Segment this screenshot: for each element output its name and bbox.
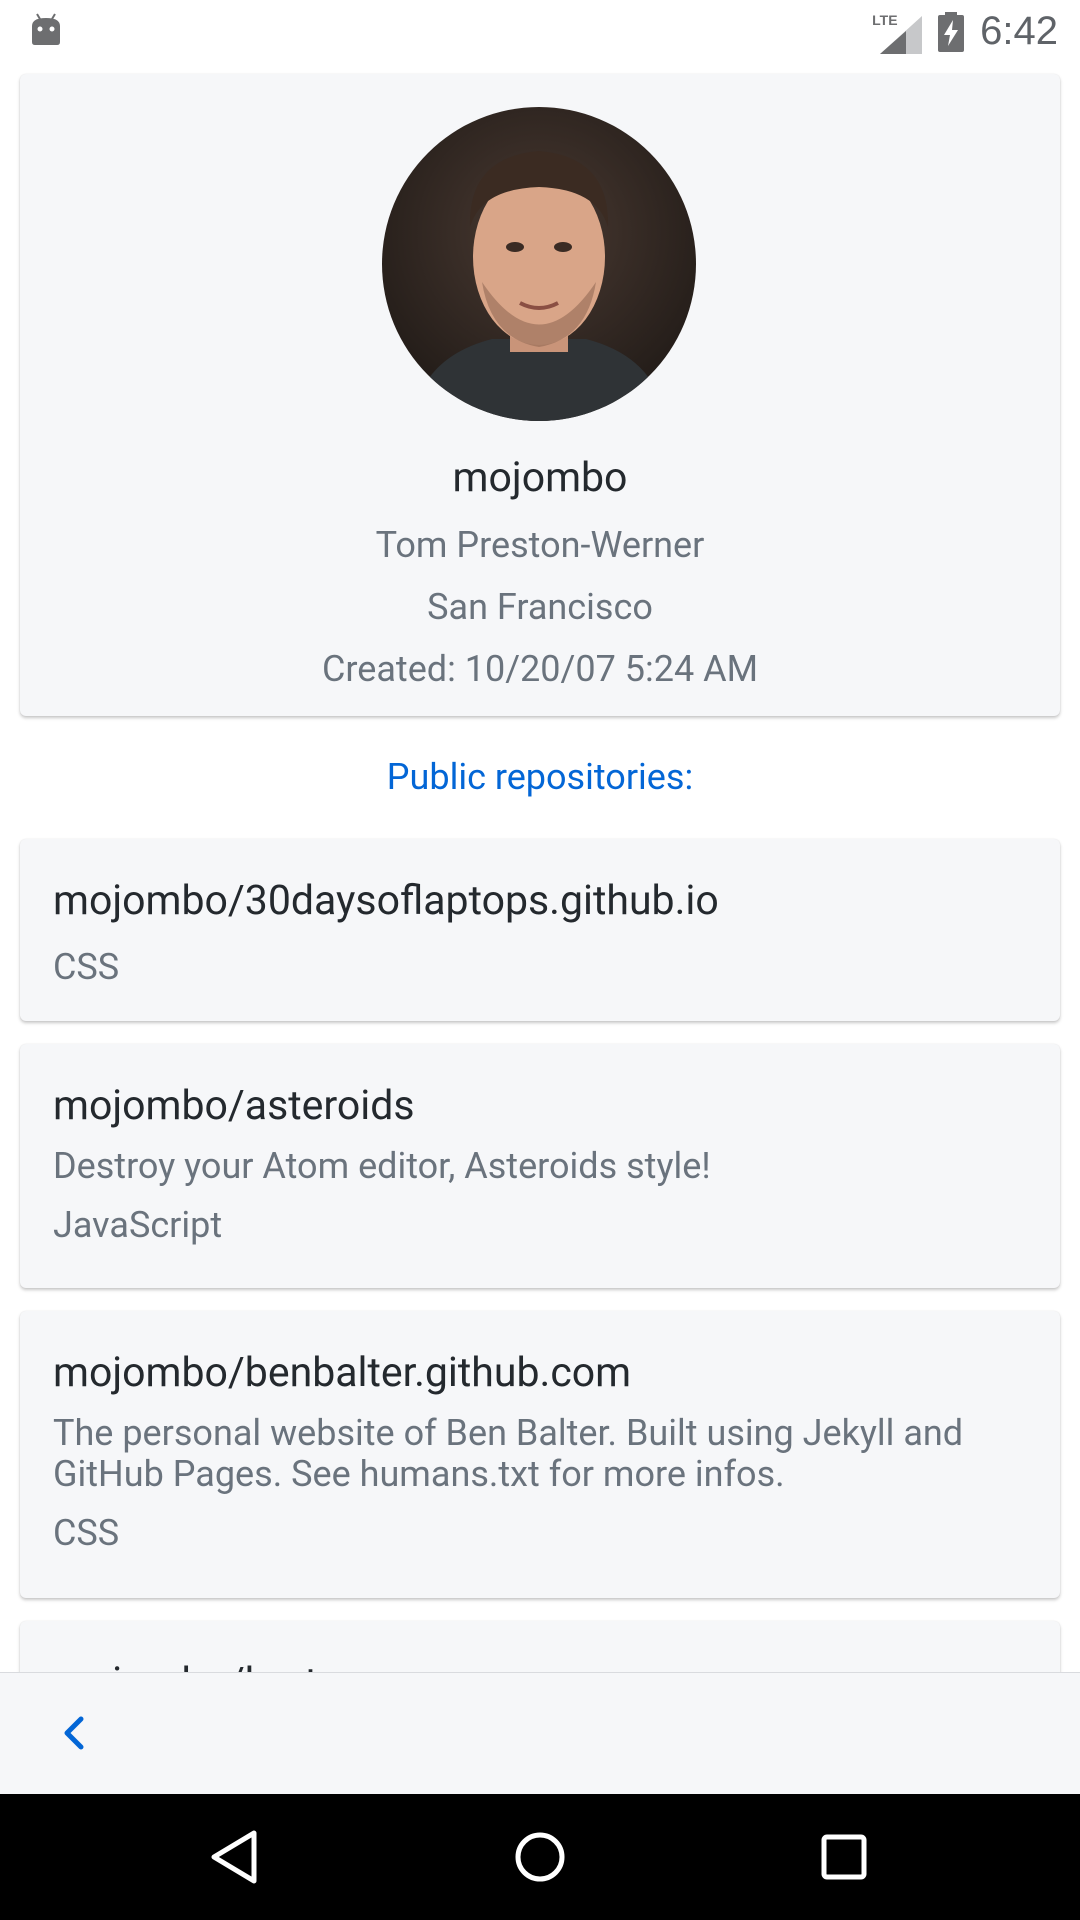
- section-title-public-repositories: Public repositories:: [386, 756, 694, 798]
- profile-card: mojombo Tom Preston-Werner San Francisco…: [20, 74, 1060, 716]
- avatar: [382, 107, 696, 421]
- content-scroll-area[interactable]: mojombo Tom Preston-Werner San Francisco…: [0, 63, 1080, 1673]
- repo-name: mojombo/30daysoflaptops.github.io: [53, 877, 719, 925]
- repo-name: mojombo/benbalter.github.com: [53, 1349, 632, 1397]
- repo-card[interactable]: mojombo/bert: [20, 1621, 1060, 1673]
- back-button[interactable]: [44, 1703, 104, 1763]
- created-date: Created: 10/20/07 5:24 AM: [321, 648, 759, 690]
- lte-signal-icon: LTE: [872, 10, 923, 54]
- nav-home-icon[interactable]: [510, 1827, 570, 1887]
- repo-language: CSS: [53, 946, 120, 988]
- system-nav-bar: [0, 1794, 1080, 1920]
- repo-card[interactable]: mojombo/asteroids Destroy your Atom edit…: [20, 1044, 1060, 1288]
- username: mojombo: [452, 454, 628, 502]
- full-name: Tom Preston-Werner: [375, 524, 705, 566]
- battery-charging-icon: [938, 11, 965, 52]
- nav-recents-icon[interactable]: [814, 1827, 874, 1887]
- repo-description: Destroy your Atom editor, Asteroids styl…: [53, 1145, 711, 1187]
- repo-language: JavaScript: [53, 1204, 223, 1246]
- status-time: 6:42: [980, 9, 1058, 53]
- chevron-left-icon: [64, 1716, 84, 1750]
- bottom-toolbar: [0, 1672, 1080, 1794]
- repo-description: The personal website of Ben Balter. Buil…: [53, 1412, 964, 1495]
- location: San Francisco: [427, 586, 653, 628]
- nav-back-icon[interactable]: [206, 1827, 266, 1887]
- android-icon: [32, 13, 60, 45]
- repo-name: mojombo/bert: [53, 1657, 1027, 1673]
- repo-card[interactable]: mojombo/30daysoflaptops.github.io CSS: [20, 839, 1060, 1021]
- repo-name: mojombo/asteroids: [53, 1082, 415, 1130]
- repo-language: CSS: [53, 1512, 120, 1554]
- status-bar: LTE 6:42: [0, 0, 1080, 63]
- repo-card[interactable]: mojombo/benbalter.github.com The persona…: [20, 1311, 1060, 1598]
